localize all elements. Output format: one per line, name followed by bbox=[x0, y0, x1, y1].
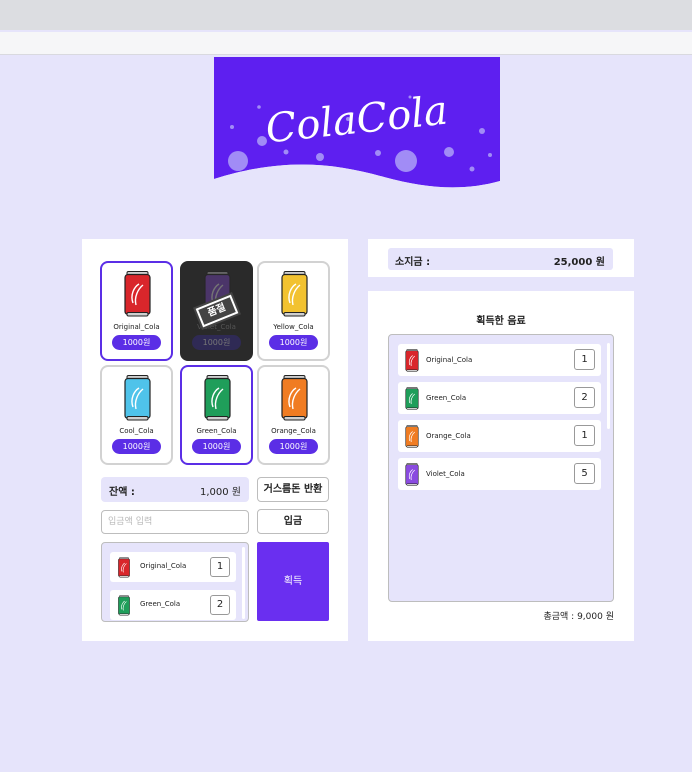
cola-can-icon bbox=[281, 271, 308, 317]
cola-can-icon bbox=[124, 375, 151, 421]
product-price-button[interactable]: 1000원 bbox=[112, 439, 161, 454]
cart-item-qty: 1 bbox=[210, 557, 230, 577]
cola-can-icon bbox=[118, 557, 130, 578]
cola-can-icon bbox=[281, 375, 308, 421]
obtained-item: Original_Cola 1 bbox=[398, 344, 601, 376]
product-name: Violet_Cola bbox=[197, 323, 236, 331]
product-name: Green_Cola bbox=[196, 427, 237, 435]
product-card[interactable]: Orange_Cola 1000원 bbox=[257, 365, 330, 465]
obtained-item: Green_Cola 2 bbox=[398, 382, 601, 414]
browser-tab-bar bbox=[0, 0, 692, 30]
obtained-title: 획득한 음료 bbox=[476, 316, 526, 327]
cola-can-icon bbox=[405, 387, 419, 410]
deposit-button[interactable]: 입금 bbox=[257, 509, 329, 534]
product-name: Original_Cola bbox=[113, 323, 160, 331]
obtained-item-qty: 1 bbox=[574, 425, 595, 446]
colacola-logo: ColaCola bbox=[214, 57, 500, 189]
get-button[interactable]: 획득 bbox=[257, 542, 329, 621]
obtained-item: Orange_Cola 1 bbox=[398, 420, 601, 452]
cola-can-icon bbox=[405, 425, 419, 448]
cart-scrollbar[interactable] bbox=[242, 547, 245, 619]
product-card[interactable]: Cool_Cola 1000원 bbox=[100, 365, 173, 465]
obtained-item-qty: 2 bbox=[574, 387, 595, 408]
balance-label: 잔액 : bbox=[109, 487, 135, 498]
deposit-input[interactable] bbox=[101, 510, 249, 534]
obtained-item-name: Green_Cola bbox=[426, 394, 467, 402]
obtained-scrollbar[interactable] bbox=[607, 343, 610, 429]
obtained-item-qty: 1 bbox=[574, 349, 595, 370]
product-name: Yellow_Cola bbox=[273, 323, 314, 331]
product-card[interactable]: Yellow_Cola 1000원 bbox=[257, 261, 330, 361]
product-price-button[interactable]: 1000원 bbox=[192, 439, 241, 454]
cola-can-icon bbox=[204, 375, 231, 421]
obtained-item: Violet_Cola 5 bbox=[398, 458, 601, 490]
balance-display: 잔액 : 1,000 원 bbox=[101, 477, 249, 502]
cart-list[interactable]: Original_Cola 1 Green_Cola 2 bbox=[101, 542, 249, 622]
product-price-button[interactable]: 1000원 bbox=[192, 335, 241, 350]
obtained-item-qty: 5 bbox=[574, 463, 595, 484]
cola-can-icon bbox=[405, 349, 419, 372]
return-change-button[interactable]: 거스름돈 반환 bbox=[257, 477, 329, 502]
obtained-list[interactable]: Original_Cola 1 Green_Cola 2 Orange_Cola 1 Vio… bbox=[388, 334, 614, 602]
product-price-button[interactable]: 1000원 bbox=[112, 335, 161, 350]
product-card[interactable]: Original_Cola 1000원 bbox=[100, 261, 173, 361]
cola-can-icon bbox=[118, 595, 130, 616]
product-name: Orange_Cola bbox=[271, 427, 316, 435]
product-card[interactable]: Green_Cola 1000원 bbox=[180, 365, 253, 465]
cola-can-icon bbox=[124, 271, 151, 317]
product-price-button[interactable]: 1000원 bbox=[269, 335, 318, 350]
cart-item[interactable]: Green_Cola 2 bbox=[110, 590, 236, 620]
obtained-item-name: Violet_Cola bbox=[426, 470, 465, 478]
balance-value: 1,000 원 bbox=[199, 487, 241, 498]
wallet-display: 소지금 : 25,000 원 bbox=[388, 248, 613, 270]
cart-item-name: Green_Cola bbox=[140, 600, 181, 608]
obtained-item-name: Original_Cola bbox=[426, 356, 473, 364]
cola-can-icon bbox=[405, 463, 419, 486]
wallet-value: 25,000 원 bbox=[553, 257, 605, 268]
product-price-button[interactable]: 1000원 bbox=[269, 439, 318, 454]
product-card[interactable]: Violet_Cola 1000원 품절 bbox=[180, 261, 253, 361]
cart-item-name: Original_Cola bbox=[140, 562, 187, 570]
obtained-item-name: Orange_Cola bbox=[426, 432, 471, 440]
product-name: Cool_Cola bbox=[119, 427, 154, 435]
browser-address-bar bbox=[0, 32, 692, 55]
cart-item-qty: 2 bbox=[210, 595, 230, 615]
cart-item[interactable]: Original_Cola 1 bbox=[110, 552, 236, 582]
wallet-label: 소지금 : bbox=[395, 257, 431, 268]
total-amount: 총금액 : 9,000 원 bbox=[543, 612, 614, 622]
